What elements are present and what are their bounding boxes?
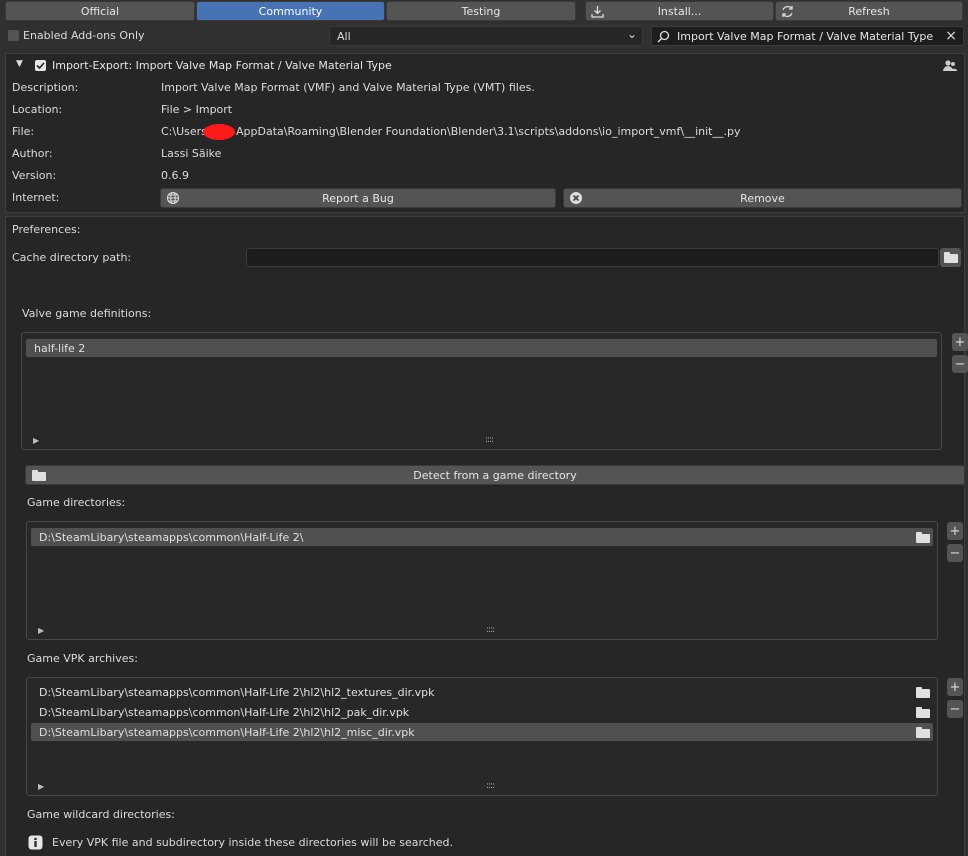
install-label: Install... bbox=[657, 4, 702, 18]
game-dirs-label: Game directories: bbox=[27, 496, 126, 509]
redacted-mark bbox=[203, 124, 235, 140]
game-def-name: half-life 2 bbox=[34, 341, 86, 355]
list-item[interactable]: D:\SteamLibary\steamapps\common\Half-Lif… bbox=[31, 528, 933, 546]
list-item[interactable]: D:\SteamLibary\steamapps\common\Half-Lif… bbox=[31, 703, 933, 721]
search-input[interactable]: Import Valve Map Format / Valve Material… bbox=[651, 26, 964, 46]
vpk-path: D:\SteamLibary\steamapps\common\Half-Lif… bbox=[39, 725, 415, 739]
remove-label: Remove bbox=[740, 191, 785, 205]
tab-testing[interactable]: Testing bbox=[386, 1, 576, 21]
chevron-down-icon: ⌄ bbox=[626, 27, 637, 41]
folder-icon[interactable] bbox=[916, 707, 930, 718]
expand-icon[interactable]: ▶ bbox=[33, 436, 39, 445]
game-dirs-list: D:\SteamLibary\steamapps\common\Half-Lif… bbox=[26, 521, 938, 640]
refresh-icon bbox=[782, 5, 793, 18]
version-label: Version: bbox=[12, 169, 57, 182]
folder-icon bbox=[944, 252, 958, 263]
collapse-icon[interactable]: ▼ bbox=[16, 59, 23, 69]
wildcard-label: Game wildcard directories: bbox=[27, 808, 175, 821]
file-path-suffix: AppData\Roaming\Blender Foundation\Blend… bbox=[236, 125, 741, 138]
description-value: Import Valve Map Format (VMF) and Valve … bbox=[161, 81, 535, 94]
search-icon bbox=[657, 30, 670, 43]
close-icon[interactable]: × bbox=[945, 28, 957, 44]
tab-official[interactable]: Official bbox=[5, 1, 195, 21]
location-value: File > Import bbox=[161, 103, 233, 116]
resize-grip-icon[interactable]: :::: bbox=[485, 435, 494, 445]
author-label: Author: bbox=[12, 147, 53, 160]
add-game-def-button[interactable]: + bbox=[952, 333, 968, 351]
report-bug-button[interactable]: Report a Bug bbox=[160, 188, 556, 208]
resize-grip-icon[interactable]: :::: bbox=[486, 781, 495, 791]
cache-label: Cache directory path: bbox=[12, 251, 132, 264]
enabled-only-label: Enabled Add-ons Only bbox=[23, 29, 145, 42]
search-value: Import Valve Map Format / Valve Material… bbox=[677, 30, 934, 43]
install-button[interactable]: Install... bbox=[585, 1, 774, 21]
file-label: File: bbox=[12, 125, 35, 138]
resize-grip-icon[interactable]: :::: bbox=[486, 625, 495, 635]
preferences-title: Preferences: bbox=[12, 223, 81, 236]
cache-browse-button[interactable] bbox=[940, 248, 961, 267]
user-icon bbox=[943, 60, 957, 71]
author-value: Lassi Säike bbox=[161, 147, 222, 160]
remove-vpk-button[interactable]: − bbox=[947, 700, 963, 718]
add-game-dir-button[interactable]: + bbox=[947, 522, 963, 540]
remove-button[interactable]: Remove bbox=[563, 188, 962, 208]
expand-icon[interactable]: ▶ bbox=[38, 626, 44, 635]
remove-game-def-button[interactable]: − bbox=[952, 355, 968, 373]
description-label: Description: bbox=[12, 81, 79, 94]
refresh-label: Refresh bbox=[848, 4, 890, 18]
list-item[interactable]: D:\SteamLibary\steamapps\common\Half-Lif… bbox=[31, 723, 933, 741]
check-icon bbox=[36, 62, 45, 70]
category-select[interactable]: All ⌄ bbox=[329, 26, 643, 46]
folder-icon[interactable] bbox=[916, 532, 930, 543]
folder-icon bbox=[32, 470, 46, 481]
remove-game-dir-button[interactable]: − bbox=[947, 544, 963, 562]
download-icon bbox=[591, 6, 604, 18]
vpk-path: D:\SteamLibary\steamapps\common\Half-Lif… bbox=[39, 705, 410, 719]
report-bug-label: Report a Bug bbox=[322, 191, 394, 205]
game-dir-path: D:\SteamLibary\steamapps\common\Half-Lif… bbox=[39, 530, 304, 544]
category-value: All bbox=[337, 30, 351, 43]
globe-icon bbox=[166, 191, 180, 205]
game-defs-label: Valve game definitions: bbox=[22, 307, 152, 320]
add-vpk-button[interactable]: + bbox=[947, 678, 963, 696]
game-defs-list: half-life 2 ▶ :::: bbox=[21, 332, 942, 450]
info-icon bbox=[28, 835, 43, 850]
internet-label: Internet: bbox=[12, 191, 60, 204]
vpk-list: D:\SteamLibary\steamapps\common\Half-Lif… bbox=[26, 677, 938, 796]
list-item[interactable]: half-life 2 bbox=[26, 339, 937, 357]
list-item[interactable]: D:\SteamLibary\steamapps\common\Half-Lif… bbox=[31, 683, 933, 701]
wildcard-info: Every VPK file and subdirectory inside t… bbox=[52, 836, 454, 849]
folder-icon[interactable] bbox=[916, 687, 930, 698]
refresh-button[interactable]: Refresh bbox=[775, 1, 963, 21]
detect-button[interactable]: Detect from a game directory bbox=[25, 465, 965, 485]
detect-label: Detect from a game directory bbox=[413, 468, 577, 482]
addon-header: Import-Export: Import Valve Map Format /… bbox=[52, 59, 392, 72]
enabled-only-checkbox[interactable] bbox=[8, 30, 19, 41]
vpk-label: Game VPK archives: bbox=[27, 652, 138, 665]
location-label: Location: bbox=[12, 103, 63, 116]
cache-path-input[interactable] bbox=[246, 248, 939, 267]
remove-icon bbox=[570, 192, 582, 204]
addon-enabled-checkbox[interactable] bbox=[35, 60, 46, 71]
expand-icon[interactable]: ▶ bbox=[38, 782, 44, 791]
vpk-path: D:\SteamLibary\steamapps\common\Half-Lif… bbox=[39, 685, 435, 699]
folder-icon[interactable] bbox=[916, 727, 930, 738]
tab-community[interactable]: Community bbox=[196, 1, 385, 21]
version-value: 0.6.9 bbox=[161, 169, 189, 182]
